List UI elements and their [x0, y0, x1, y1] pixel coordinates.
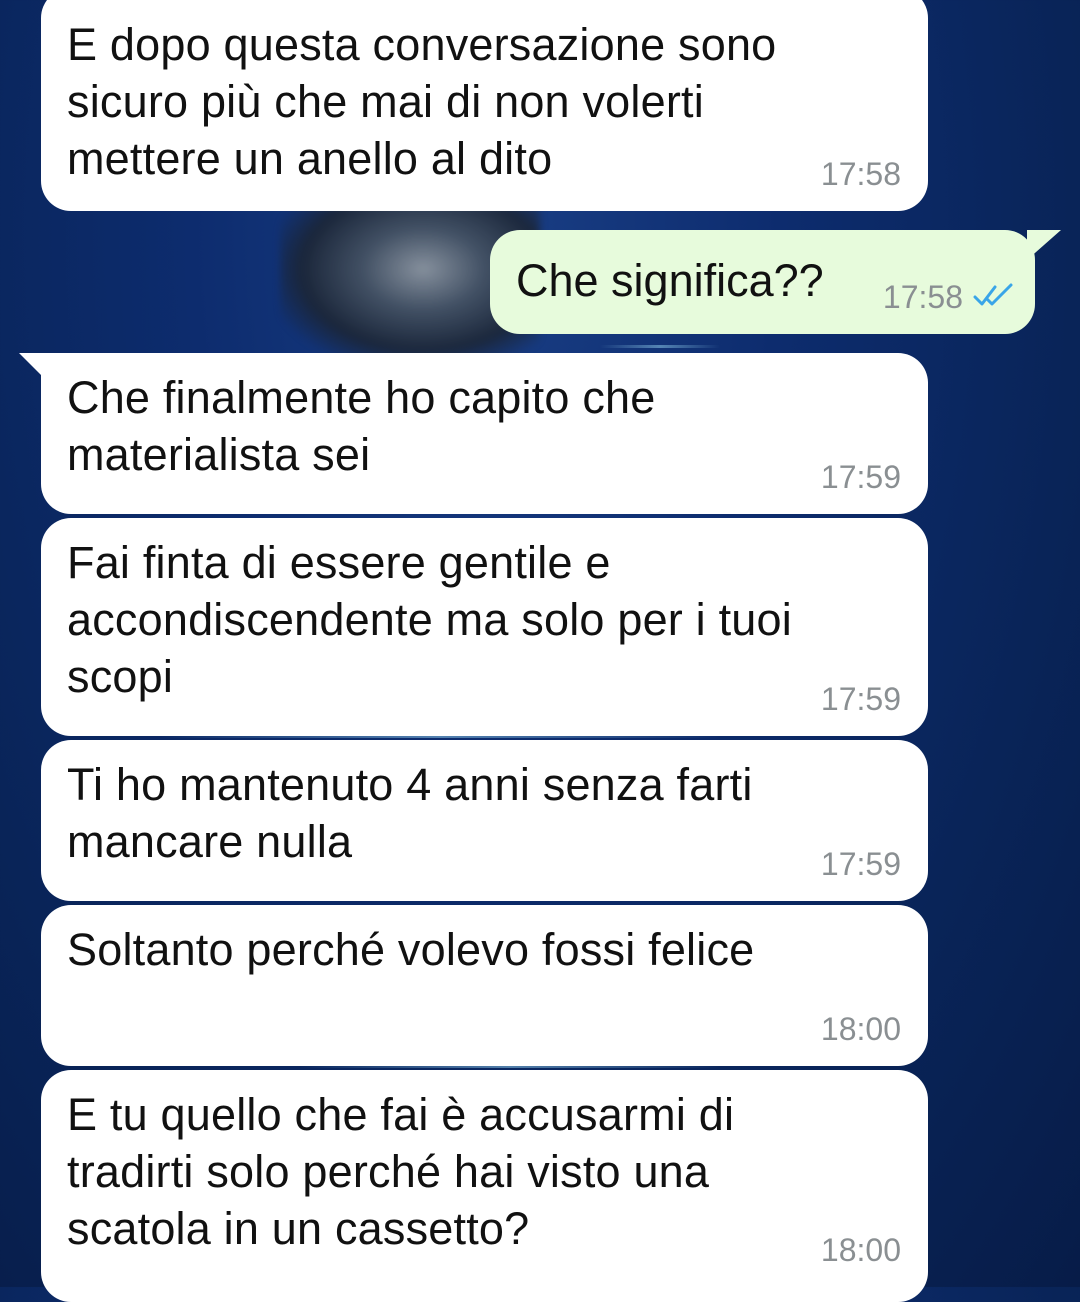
bubble-tail: [1027, 230, 1061, 260]
message-time: 18:00: [820, 1011, 901, 1047]
message-list[interactable]: E dopo questa conversazione sono sicuro …: [0, 0, 1080, 1302]
message-time: 17:58: [820, 156, 901, 192]
message-bubble-outgoing[interactable]: Che significa?? 17:58: [490, 230, 1061, 334]
message-time: 17:59: [820, 459, 901, 495]
message-bubble-incoming[interactable]: E tu quello che fai è accusarmi di tradi…: [41, 1070, 928, 1302]
message-time: 17:58: [882, 279, 963, 315]
message-time: 17:59: [820, 846, 901, 882]
message-bubble-incoming[interactable]: Soltanto perché volevo fossi felice 18:0…: [41, 905, 928, 1066]
double-check-read-icon: [973, 279, 1015, 316]
message-text: E tu quello che fai è accusarmi di tradi…: [67, 1089, 735, 1254]
message-bubble-incoming[interactable]: Che finalmente ho capito che materialist…: [19, 353, 928, 514]
message-text: Che significa??: [516, 255, 824, 306]
message-text: Ti ho mantenuto 4 anni senza farti manca…: [67, 759, 753, 867]
message-bubble-incoming[interactable]: Fai finta di essere gentile e accondisce…: [41, 518, 928, 736]
message-bubble-incoming[interactable]: Ti ho mantenuto 4 anni senza farti manca…: [41, 740, 928, 901]
message-text: Che finalmente ho capito che materialist…: [67, 372, 656, 480]
message-text: Soltanto perché volevo fossi felice: [67, 924, 755, 975]
message-text: Fai finta di essere gentile e accondisce…: [67, 537, 792, 702]
message-time: 18:00: [820, 1232, 901, 1268]
bubble-tail: [19, 353, 53, 387]
message-text: E dopo questa conversazione sono sicuro …: [67, 19, 777, 184]
message-meta: 17:58: [883, 279, 1015, 316]
message-time: 17:59: [820, 681, 901, 717]
message-bubble-incoming[interactable]: E dopo questa conversazione sono sicuro …: [41, 0, 928, 211]
